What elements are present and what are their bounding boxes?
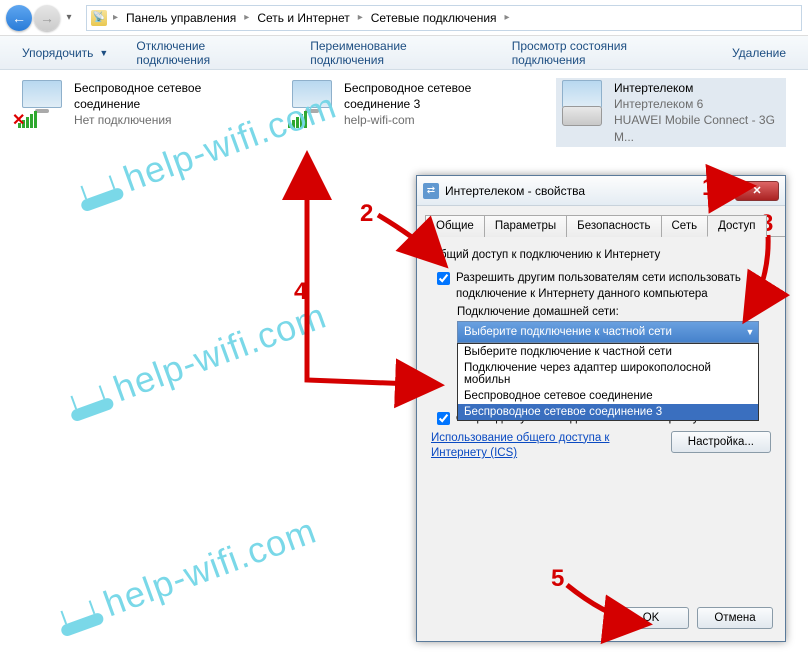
dialog-icon: ⇄ bbox=[423, 183, 439, 199]
connection-name: Беспроводное сетевое соединение 3 bbox=[344, 80, 514, 112]
connection-item-intertelecom[interactable]: Интертелеком Интертелеком 6 HUAWEI Mobil… bbox=[556, 78, 786, 147]
combo-option[interactable]: Беспроводное сетевое соединение bbox=[458, 388, 758, 404]
bc-control-panel[interactable]: Панель управления bbox=[122, 11, 240, 25]
chevron-right-icon[interactable]: ▸ bbox=[356, 12, 365, 23]
allow-control-checkbox[interactable] bbox=[437, 412, 450, 425]
chevron-down-icon: ▼ bbox=[99, 48, 108, 58]
networks-icon: 📡 bbox=[91, 10, 107, 26]
dialog-tabs: Общие Параметры Безопасность Сеть Доступ bbox=[417, 206, 785, 237]
connection-item-wifi[interactable]: ✕ Беспроводное сетевое соединение Нет по… bbox=[16, 78, 246, 147]
close-button[interactable]: ✕ bbox=[735, 181, 779, 201]
allow-sharing-checkbox[interactable] bbox=[437, 272, 450, 285]
back-button[interactable]: ← bbox=[6, 5, 32, 31]
modem-icon bbox=[558, 80, 606, 128]
connection-name: Интертелеком bbox=[614, 80, 784, 96]
tab-security[interactable]: Безопасность bbox=[566, 215, 661, 237]
dialog-titlebar[interactable]: ⇄ Интертелеком - свойства ✕ bbox=[417, 176, 785, 206]
tab-general[interactable]: Общие bbox=[425, 215, 485, 237]
ok-button[interactable]: OK bbox=[613, 607, 689, 629]
connection-status: Интертелеком 6 bbox=[614, 96, 784, 112]
toolbar-rename[interactable]: Переименование подключения bbox=[296, 33, 497, 73]
combo-option[interactable]: Подключение через адаптер широкополосной… bbox=[458, 360, 758, 388]
combo-dropdown-list: Выберите подключение к частной сети Подк… bbox=[457, 343, 759, 421]
connection-sub: help-wifi-com bbox=[344, 112, 514, 128]
bc-network-connections[interactable]: Сетевые подключения bbox=[367, 11, 501, 25]
tab-network[interactable]: Сеть bbox=[661, 215, 709, 237]
error-x-icon: ✕ bbox=[12, 110, 25, 130]
settings-button[interactable]: Настройка... bbox=[671, 431, 771, 453]
toolbar-view-status[interactable]: Просмотр состояния подключения bbox=[498, 33, 718, 73]
section-title: Общий доступ к подключению к Интернету bbox=[431, 249, 771, 261]
connection-name: Беспроводное сетевое соединение bbox=[74, 80, 244, 112]
history-dropdown-icon[interactable]: ▾ bbox=[62, 6, 76, 30]
connection-item-wifi3[interactable]: Беспроводное сетевое соединение 3 help-w… bbox=[286, 78, 516, 147]
cancel-button[interactable]: Отмена bbox=[697, 607, 773, 629]
toolbar-organize[interactable]: Упорядочить ▼ bbox=[8, 40, 122, 66]
wifi-icon: ✕ bbox=[18, 80, 66, 128]
toolbar-disable[interactable]: Отключение подключения bbox=[122, 33, 296, 73]
chevron-right-icon[interactable]: ▸ bbox=[111, 12, 120, 23]
breadcrumb[interactable]: 📡 ▸ Панель управления ▸ Сеть и Интернет … bbox=[86, 5, 802, 31]
chevron-down-icon: ▼ bbox=[743, 324, 757, 340]
tab-parameters[interactable]: Параметры bbox=[484, 215, 567, 237]
wifi-icon bbox=[288, 80, 336, 128]
tab-body-access: Общий доступ к подключению к Интернету Р… bbox=[417, 237, 785, 597]
ics-link[interactable]: Использование общего доступа к Интернету… bbox=[431, 431, 661, 462]
toolbar-delete[interactable]: Удаление bbox=[718, 40, 800, 66]
dialog-footer: OK Отмена bbox=[417, 597, 785, 641]
combo-selected-value: Выберите подключение к частной сети bbox=[464, 326, 672, 338]
toolbar: Упорядочить ▼ Отключение подключения Пер… bbox=[0, 36, 808, 70]
connection-status: Нет подключения bbox=[74, 112, 244, 128]
connections-list: ✕ Беспроводное сетевое соединение Нет по… bbox=[16, 78, 792, 147]
allow-sharing-label: Разрешить другим пользователям сети испо… bbox=[456, 271, 771, 302]
nav-header: ← → ▾ 📡 ▸ Панель управления ▸ Сеть и Инт… bbox=[0, 0, 808, 36]
forward-button[interactable]: → bbox=[34, 5, 60, 31]
connection-device: HUAWEI Mobile Connect - 3G M... bbox=[614, 112, 784, 144]
tab-access[interactable]: Доступ bbox=[707, 215, 766, 237]
properties-dialog: ⇄ Интертелеком - свойства ✕ Общие Параме… bbox=[416, 175, 786, 642]
combo-option[interactable]: Выберите подключение к частной сети bbox=[458, 344, 758, 360]
bc-network-internet[interactable]: Сеть и Интернет bbox=[253, 11, 353, 25]
home-network-select[interactable]: Выберите подключение к частной сети ▼ Вы… bbox=[457, 321, 759, 343]
toolbar-organize-label: Упорядочить bbox=[22, 46, 93, 60]
chevron-right-icon[interactable]: ▸ bbox=[242, 12, 251, 23]
chevron-right-icon[interactable]: ▸ bbox=[503, 12, 512, 23]
dialog-title: Интертелеком - свойства bbox=[445, 184, 729, 198]
combo-option[interactable]: Беспроводное сетевое соединение 3 bbox=[458, 404, 758, 420]
home-network-label: Подключение домашней сети: bbox=[457, 306, 771, 318]
